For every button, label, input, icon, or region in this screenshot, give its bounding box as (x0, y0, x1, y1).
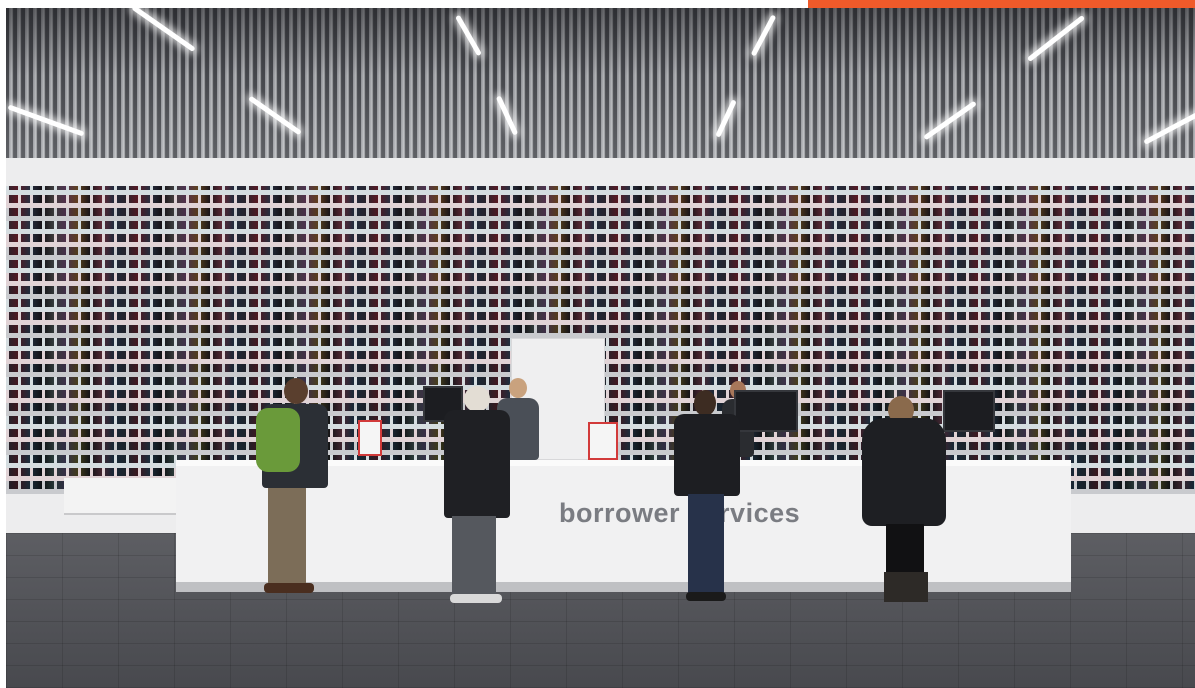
patron-elderly-cane (438, 386, 518, 606)
ceiling-shade (6, 8, 1195, 158)
accent-bar (808, 0, 1195, 8)
patron-green-backpack (252, 378, 342, 598)
photo-scene: borrower services (0, 0, 1195, 688)
counter-sign-red (358, 420, 382, 456)
counter-sign-red (588, 422, 618, 460)
patron-dark-coat (668, 390, 748, 605)
library-photo: borrower services (6, 8, 1195, 688)
patron-puffer-jacket (856, 396, 951, 606)
